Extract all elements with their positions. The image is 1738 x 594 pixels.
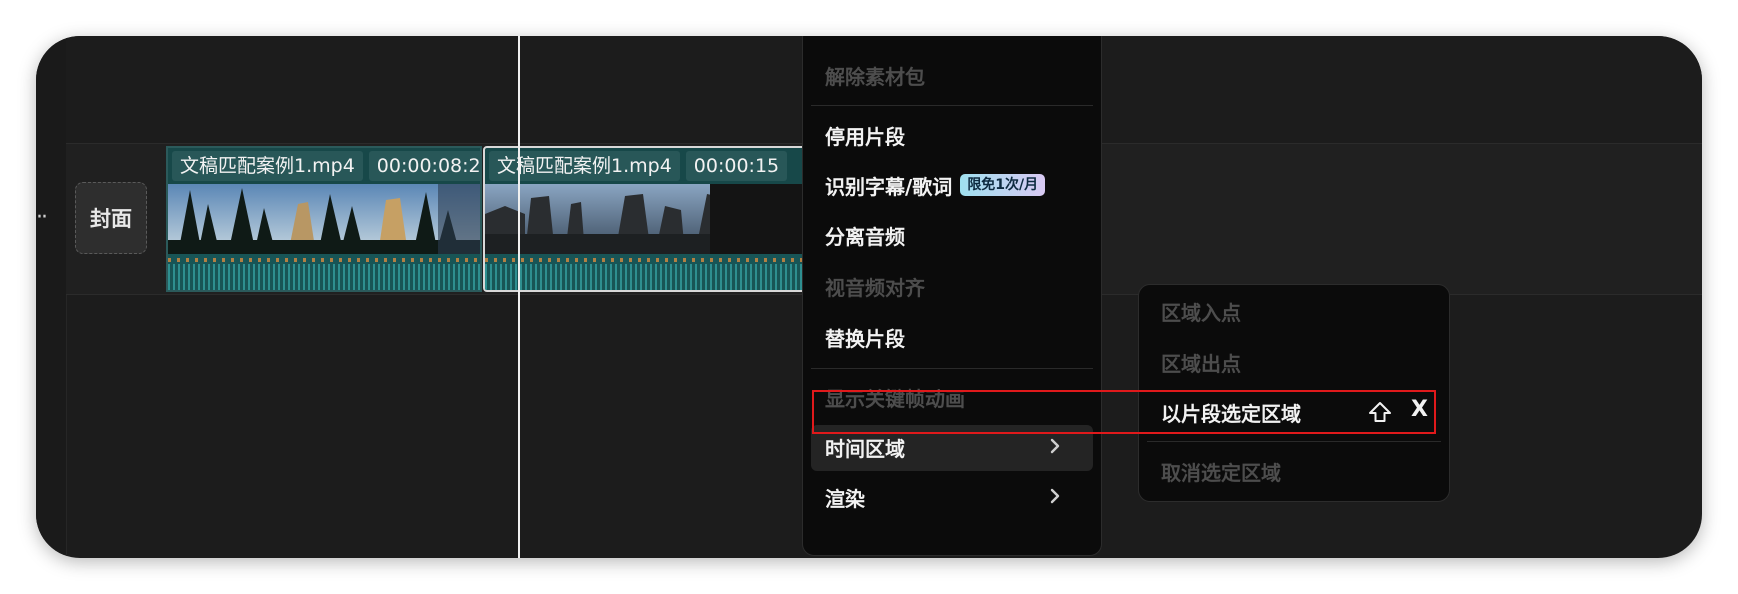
- thumbnail-forest: [168, 184, 480, 254]
- cover-button[interactable]: 封面: [75, 182, 147, 254]
- more-icon[interactable]: ··: [36, 207, 48, 229]
- menu-item-label: 渲染: [825, 486, 865, 511]
- context-menu: 解除素材包 停用片段 识别字幕/歌词 限免1次/月 分离音频 视音频对齐 替换片…: [802, 36, 1102, 556]
- clip-left-trim-handle[interactable]: [485, 208, 489, 232]
- menu-item-label: 识别字幕/歌词: [825, 174, 953, 199]
- annotation-highlight-box: [812, 390, 1436, 434]
- clip-thumbnails: [168, 184, 480, 254]
- playhead[interactable]: [518, 36, 520, 558]
- free-limit-badge: 限免1次/月: [960, 174, 1046, 196]
- menu-item-unpack-material: 解除素材包: [825, 64, 925, 89]
- audio-beat-markers: [168, 258, 480, 262]
- video-clip[interactable]: 文稿匹配案例1.mp4 00:00:08:23: [166, 146, 482, 292]
- menu-item-disable-clip[interactable]: 停用片段: [803, 111, 1101, 159]
- menu-item-label: 时间区域: [825, 436, 905, 461]
- chevron-right-icon: [1050, 438, 1060, 454]
- chevron-right-icon: [1050, 488, 1060, 504]
- track-header-column: [36, 36, 67, 558]
- menu-divider: [811, 368, 1093, 369]
- submenu-item-region-out: 区域出点: [1161, 351, 1241, 376]
- menu-item-recognize-subtitles[interactable]: 识别字幕/歌词 限免1次/月: [803, 161, 1101, 209]
- clip-duration: 00:00:08:23: [368, 151, 480, 181]
- clip-header: 文稿匹配案例1.mp4 00:00:08:23: [172, 151, 480, 181]
- menu-item-replace-clip[interactable]: 替换片段: [803, 313, 1101, 361]
- editor-window: ·· 封面 文稿匹配案例1.mp4 00:00:08:23 文稿匹配案例1.mp…: [36, 36, 1702, 558]
- menu-divider: [811, 105, 1093, 106]
- clip-duration: 00:00:15: [685, 151, 788, 181]
- submenu-item-cancel-region: 取消选定区域: [1161, 460, 1281, 485]
- submenu-item-region-in: 区域入点: [1161, 300, 1241, 325]
- menu-item-separate-audio[interactable]: 分离音频: [803, 211, 1101, 259]
- clip-name: 文稿匹配案例1.mp4: [172, 151, 363, 181]
- menu-item-render[interactable]: 渲染: [803, 473, 1101, 521]
- clip-header: 文稿匹配案例1.mp4 00:00:15: [489, 151, 788, 181]
- menu-divider: [1147, 441, 1441, 442]
- menu-item-av-align: 视音频对齐: [825, 275, 925, 300]
